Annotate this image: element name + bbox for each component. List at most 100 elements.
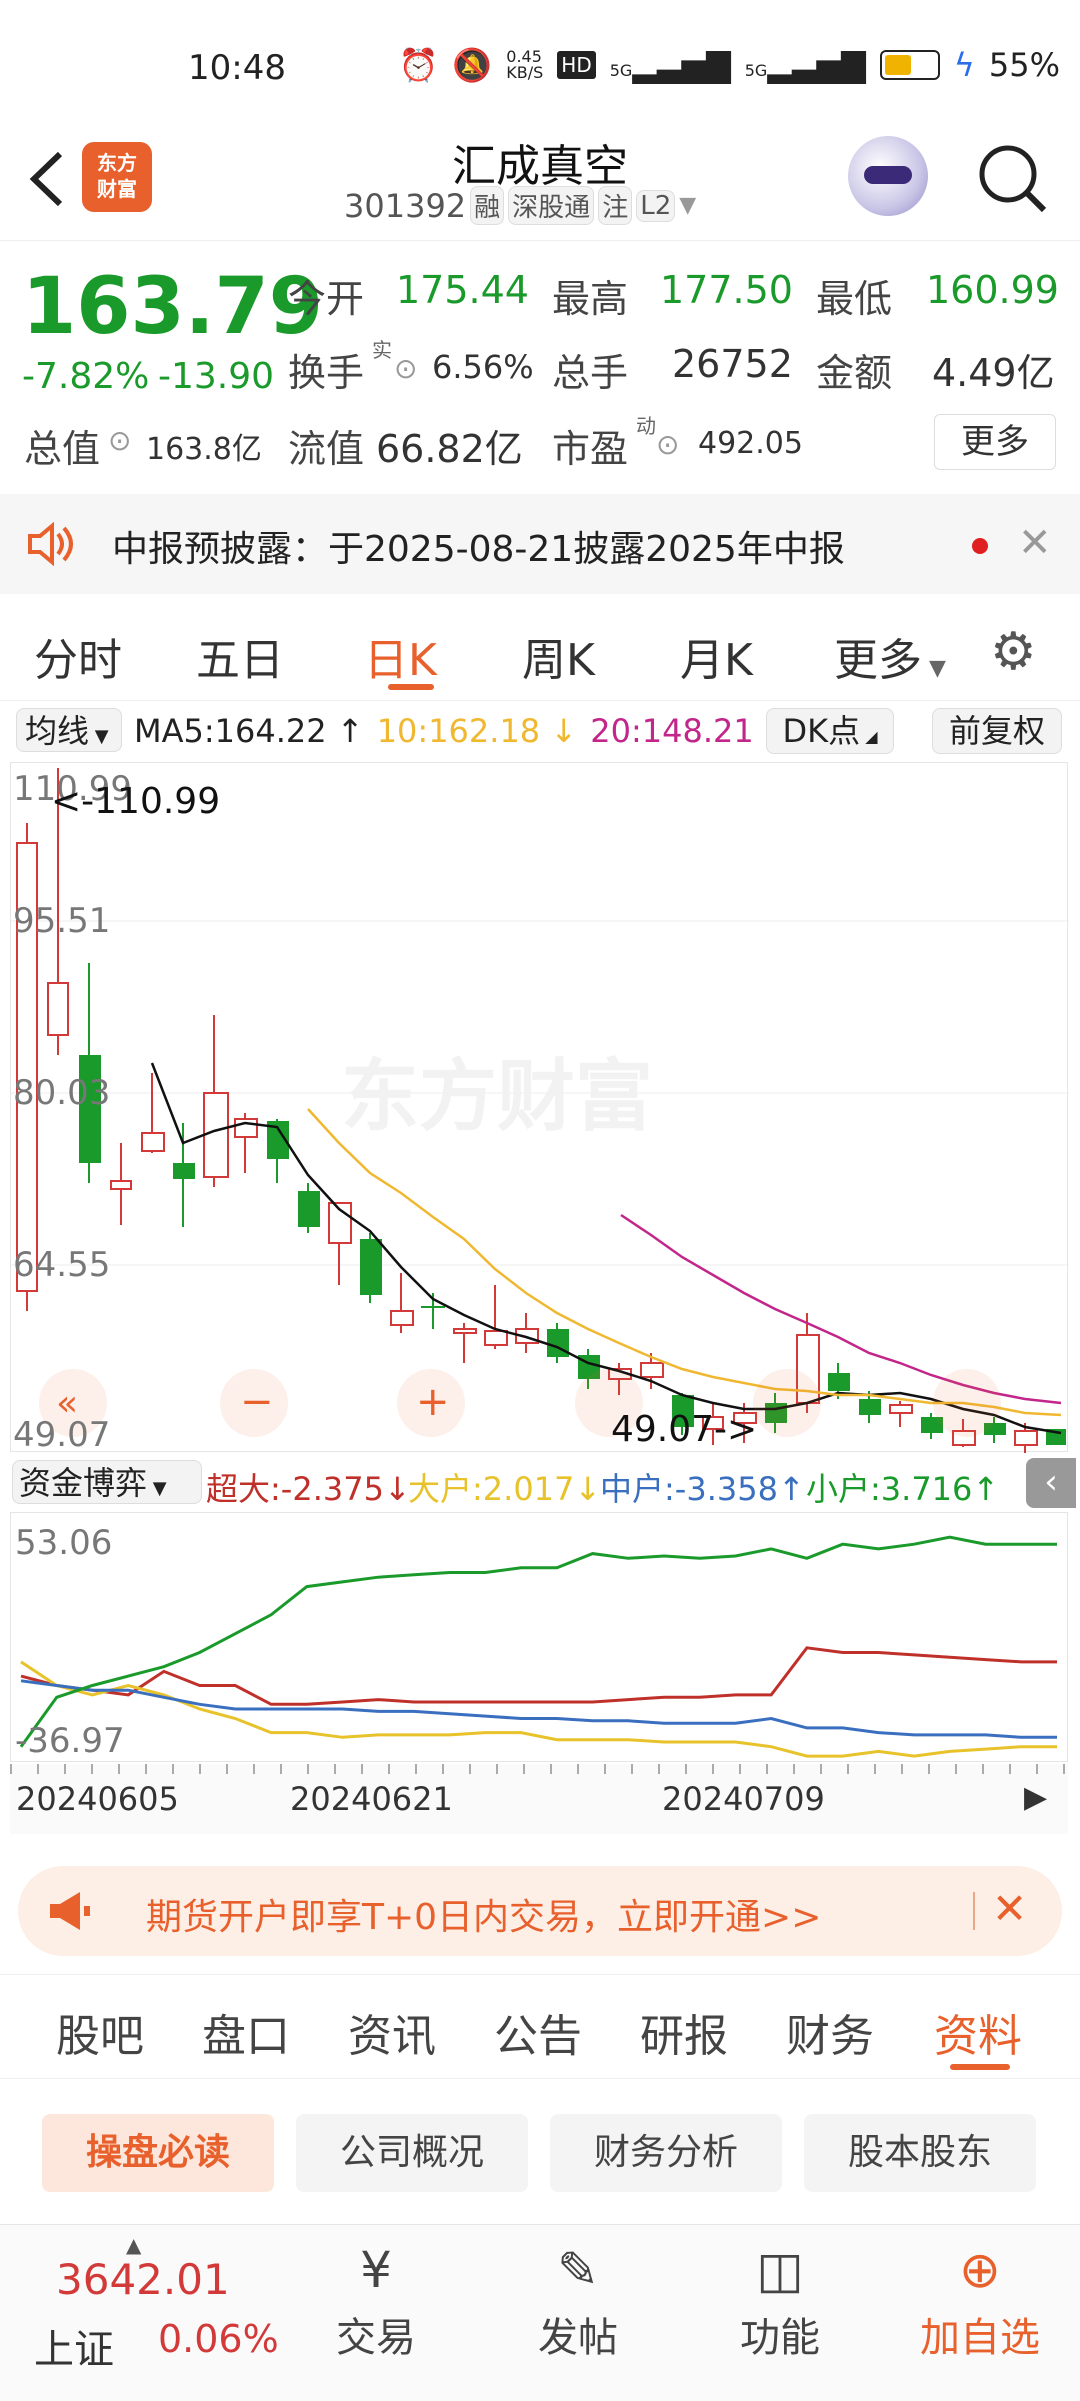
tab-wuri[interactable]: 五日 — [196, 624, 284, 688]
low-label: 最低 — [816, 277, 893, 321]
ma20-value: 20:148.21 ↑ — [590, 712, 790, 750]
tab-yuek[interactable]: 月K — [680, 624, 753, 688]
pe-value: 492.05 — [698, 426, 803, 461]
badge: 注 — [598, 186, 633, 225]
kline-svg: 东方财富 « − + — [11, 768, 1069, 1453]
high-label: 最高 — [552, 277, 629, 321]
tab-guba[interactable]: 股吧 — [56, 2000, 144, 2064]
divider — [0, 700, 1080, 701]
plus-circle-icon: ⊕ — [959, 2241, 1001, 2299]
turnover-value: 6.56% — [432, 348, 534, 386]
mcap-value: 163.8亿 — [146, 432, 262, 467]
open-value: 175.44 — [396, 268, 529, 312]
nav-trade[interactable]: ¥ 交易 — [326, 2235, 426, 2363]
fund-select[interactable]: 资金博弈 ▼ — [12, 1460, 202, 1504]
alarm-icon: ⏰ — [398, 46, 439, 84]
nav-functions[interactable]: ◫ 功能 — [730, 2235, 830, 2363]
ma10-value: 10:162.18 ↓ — [376, 712, 578, 750]
pill-company-profile[interactable]: 公司概况 — [296, 2114, 528, 2192]
tab-zixun[interactable]: 资讯 — [348, 2000, 436, 2064]
low-value: 160.99 — [926, 268, 1059, 312]
fund-series-line — [20, 1679, 1057, 1739]
dk-button[interactable]: DK点 ◢ — [766, 708, 894, 754]
adjust-button[interactable]: 前复权 — [932, 708, 1062, 754]
min-marker: 49.07-> — [611, 1409, 758, 1450]
fund-svg — [19, 1535, 1057, 1758]
tab-ziliao[interactable]: 资料 — [934, 2000, 1022, 2064]
date-axis: 20240605 20240621 20240709 ▶ — [10, 1764, 1068, 1834]
search-icon — [979, 145, 1047, 213]
status-time: 10:48 — [188, 48, 286, 88]
mcap-label: 总值 — [24, 427, 101, 471]
watermark: 东方财富 — [341, 1052, 653, 1142]
max-marker: <-110.99 — [51, 781, 221, 822]
index-quote[interactable]: ▲ 3642.01 上证 0.06% — [0, 2225, 290, 2401]
stock-code-row[interactable]: 301392 融 深股通 注 L2 ▼ — [344, 186, 696, 225]
tab-pankou[interactable]: 盘口 — [202, 2000, 290, 2064]
tab-gonggao[interactable]: 公告 — [494, 2000, 582, 2064]
close-icon[interactable]: ✕ — [1018, 520, 1052, 566]
ma-legend: MA5:164.22 ↑ 10:162.18 ↓ 20:148.21 ↑ — [134, 712, 799, 750]
fund-series-line — [20, 1646, 1057, 1706]
robot-avatar-icon[interactable] — [848, 136, 928, 216]
badge: 融 — [470, 186, 505, 225]
search-button[interactable] — [974, 140, 1054, 220]
active-tab-underline — [388, 684, 434, 690]
svg-text:+: + — [416, 1379, 450, 1425]
settings-gear-icon[interactable]: ⚙ — [990, 622, 1037, 682]
edit-icon: ✎ — [557, 2241, 599, 2299]
big-value: 大户:2.017↓ — [408, 1470, 602, 1508]
signal-icon: 5G▂▃▅▇ — [744, 46, 866, 84]
tab-rik[interactable]: 日K — [364, 624, 437, 688]
divider — [973, 1892, 975, 1930]
mid-value: 中户:-3.358↑ — [600, 1470, 805, 1508]
promo-banner[interactable]: 期货开户即享T+0日内交易，立即开通>> ✕ — [18, 1866, 1062, 1956]
tab-zhouk[interactable]: 周K — [522, 624, 595, 688]
caret-up-icon: ▲ — [126, 2233, 142, 2257]
battery-percent: 55% — [988, 46, 1060, 84]
fund-axis-top: 53.06 — [15, 1523, 113, 1563]
small-value: 小户:3.716↑ — [806, 1470, 1000, 1508]
pill-financial-analysis[interactable]: 财务分析 — [550, 2114, 782, 2192]
nav-post[interactable]: ✎ 发帖 — [528, 2235, 628, 2363]
divider — [0, 2078, 1080, 2079]
close-icon[interactable]: ✕ — [992, 1884, 1027, 1933]
nav-add-watch[interactable]: ⊕ 加自选 — [910, 2235, 1050, 2363]
play-icon[interactable]: ▶ — [1024, 1780, 1047, 1815]
index-name: 上证 — [34, 2327, 114, 2373]
index-value: 3642.01 — [56, 2255, 230, 2304]
fund-series-line — [19, 1535, 1057, 1748]
collapse-panel-button[interactable]: ‹ — [1026, 1458, 1076, 1508]
tab-fenshi[interactable]: 分时 — [34, 624, 122, 688]
megaphone-icon — [46, 1890, 92, 1932]
pill-must-read[interactable]: 操盘必读 — [42, 2114, 274, 2192]
volume-value: 26752 — [672, 342, 793, 386]
tab-yanbao[interactable]: 研报 — [640, 2000, 728, 2064]
more-button[interactable]: 更多 — [934, 414, 1056, 470]
stock-code: 301392 — [344, 186, 467, 225]
pill-shareholders[interactable]: 股本股东 — [804, 2114, 1036, 2192]
index-change: 0.06% — [158, 2317, 279, 2361]
promo-text: 期货开户即享T+0日内交易，立即开通>> — [146, 1897, 822, 1938]
quote-panel: 163.79 -7.82% -13.90 今开 175.44 最高 177.50… — [0, 242, 1080, 492]
tab-more[interactable]: 更多 ▼ — [834, 624, 946, 688]
notice-banner[interactable]: 中报预披露：于2025-08-21披露2025年中报 ✕ — [0, 494, 1080, 594]
float-value: 66.82亿 — [376, 427, 523, 471]
indicator-bar: 均线 ▼ MA5:164.22 ↑ 10:162.18 ↓ 20:148.21 … — [0, 706, 1080, 756]
net-speed: 0.45 KB/S — [506, 47, 544, 82]
high-value: 177.50 — [660, 268, 793, 312]
ma-select[interactable]: 均线 ▼ — [16, 708, 122, 752]
info-icon[interactable]: ⊙ — [108, 424, 131, 457]
fund-chart[interactable]: 53.06 -36.97 — [10, 1512, 1068, 1762]
amount-value: 4.49亿 — [932, 351, 1055, 395]
date-label: 20240621 — [290, 1780, 453, 1818]
change-percent: -7.82% — [22, 356, 150, 397]
stock-header: 东方 财富 汇成真空 301392 融 深股通 注 L2 ▼ — [0, 120, 1080, 241]
charging-icon: ϟ — [953, 46, 975, 84]
info-icon[interactable]: ⊙ — [656, 428, 679, 461]
tab-caiwu[interactable]: 财务 — [786, 2000, 874, 2064]
grid-icon: ◫ — [756, 2241, 804, 2299]
kline-chart[interactable]: 东方财富 « − + 110.99 <-110.99 95.51 80.03 6… — [10, 762, 1069, 1455]
info-icon[interactable]: ⊙ — [394, 352, 417, 385]
axis-label: 49.07 — [13, 1415, 111, 1455]
